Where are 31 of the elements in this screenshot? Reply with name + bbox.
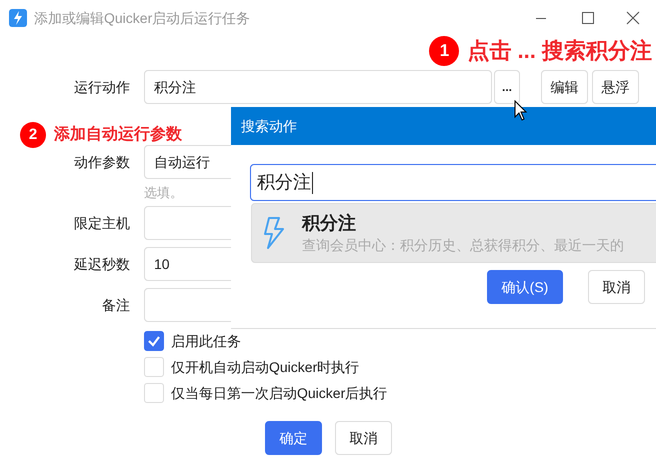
field-label: 备注 bbox=[101, 296, 131, 314]
field-label: 延迟秒数 bbox=[73, 254, 131, 274]
annotation-text: 添加自动运行参数 bbox=[54, 124, 182, 145]
annotation-text: 点击 ... 搜索积分注 bbox=[467, 37, 652, 65]
window-title: 添加或编辑Quicker启动后运行任务 bbox=[34, 8, 250, 28]
option-label: 仅开机自动启动Quicker时执行 bbox=[171, 358, 360, 377]
result-item[interactable]: 积分注 查询会员中心：积分历史、总获得积分、最近一天的 bbox=[251, 203, 656, 263]
confirm-button[interactable]: 确定 bbox=[265, 421, 322, 455]
cancel-button[interactable]: 取消 bbox=[335, 421, 392, 455]
action-field[interactable]: 积分注 bbox=[144, 70, 492, 104]
option-label: 启用此任务 bbox=[171, 332, 241, 350]
step-number-badge: 2 bbox=[20, 122, 46, 148]
search-field[interactable]: 积分注 bbox=[250, 164, 656, 201]
result-title: 积分注 bbox=[302, 212, 357, 235]
dialog-title: 搜索动作 bbox=[241, 116, 297, 136]
result-description: 查询会员中心：积分历史、总获得积分、最近一天的 bbox=[302, 236, 624, 255]
field-label: 运行动作 bbox=[73, 78, 131, 96]
lightning-icon bbox=[263, 216, 285, 250]
cancel-button[interactable]: 取消 bbox=[588, 270, 645, 304]
option-label: 仅当每日第一次启动Quicker后执行 bbox=[171, 384, 388, 403]
float-button[interactable]: 悬浮 bbox=[592, 70, 639, 104]
checkbox[interactable] bbox=[144, 331, 164, 351]
field-label: 动作参数 bbox=[73, 152, 131, 172]
mouse-cursor-icon bbox=[514, 100, 528, 122]
lightning-app-icon bbox=[9, 9, 27, 27]
hint-text: 选填。 bbox=[144, 184, 183, 202]
confirm-button[interactable]: 确认(S) bbox=[487, 270, 563, 304]
check-icon bbox=[147, 334, 161, 348]
step-number-badge: 1 bbox=[429, 36, 460, 66]
edit-button[interactable]: 编辑 bbox=[541, 70, 588, 104]
field-label: 限定主机 bbox=[73, 214, 131, 232]
